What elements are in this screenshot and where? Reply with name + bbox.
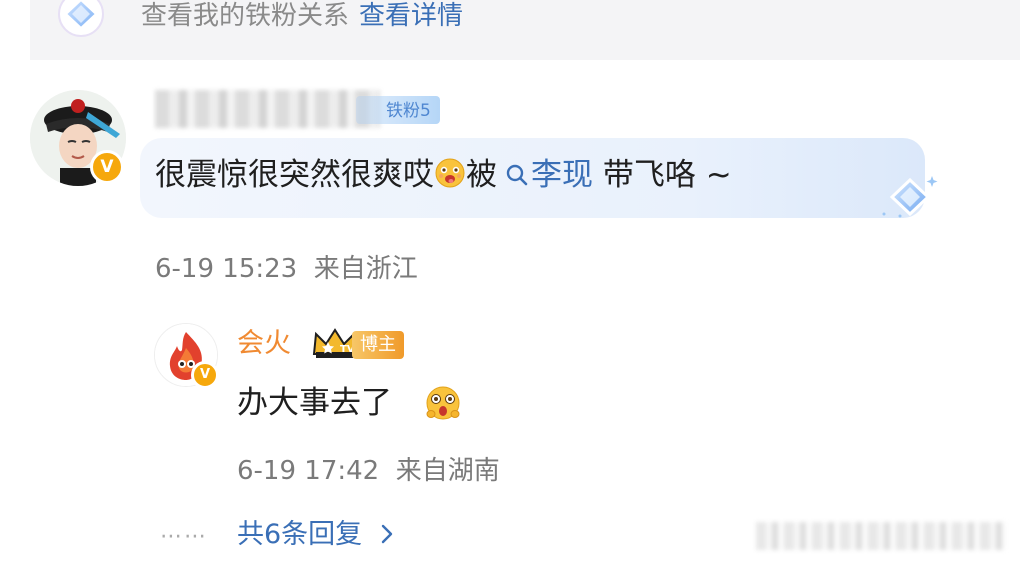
reply-meta: 6-19 17:42 来自湖南 xyxy=(237,454,500,488)
watermark-blurred xyxy=(756,522,1006,550)
excited-face-emoji-icon xyxy=(426,386,460,420)
iron-fan-diamond-icon xyxy=(882,176,938,218)
reply-text: 办大事去了 xyxy=(237,385,392,421)
comment-text-tail: 带飞咯 ~ xyxy=(593,157,732,193)
verified-badge-icon: V xyxy=(191,361,219,389)
thread-dots: ⋯⋯ xyxy=(160,524,208,549)
comment-text-part1: 很震惊很突然很爽哎 xyxy=(155,157,434,193)
fan-level-label: 铁粉5 xyxy=(386,101,431,121)
more-replies-label: 共6条回复 xyxy=(237,519,363,550)
reply-author-name[interactable]: 会火 xyxy=(237,327,291,361)
comment-text: 很震惊很突然很爽哎 被 李现 带飞咯 ~ xyxy=(155,150,732,200)
fan-relation-label: 查看我的铁粉关系 xyxy=(141,1,350,31)
verified-badge-icon: V xyxy=(90,150,124,184)
search-icon xyxy=(506,164,528,186)
view-details-link[interactable]: 查看详情 xyxy=(359,1,463,31)
blogger-badge: 博主 xyxy=(352,331,404,359)
reply-time: 6-19 17:42 xyxy=(237,456,380,486)
mention-link[interactable]: 李现 xyxy=(531,157,593,193)
comment-meta: 6-19 15:23 来自浙江 xyxy=(155,252,418,286)
comment-text-part2: 被 xyxy=(466,157,497,193)
commenter-name-blurred[interactable] xyxy=(155,90,380,128)
reply-location: 来自湖南 xyxy=(395,456,500,486)
drooling-face-emoji-icon xyxy=(435,158,465,188)
diamond-fan-icon xyxy=(58,0,104,37)
comment-time: 6-19 15:23 xyxy=(155,254,298,284)
chevron-right-icon xyxy=(381,524,393,544)
comment-location: 来自浙江 xyxy=(313,254,418,284)
more-replies-link[interactable]: 共6条回复 xyxy=(237,518,394,552)
fan-relation-text: 查看我的铁粉关系 查看详情 xyxy=(141,0,463,32)
